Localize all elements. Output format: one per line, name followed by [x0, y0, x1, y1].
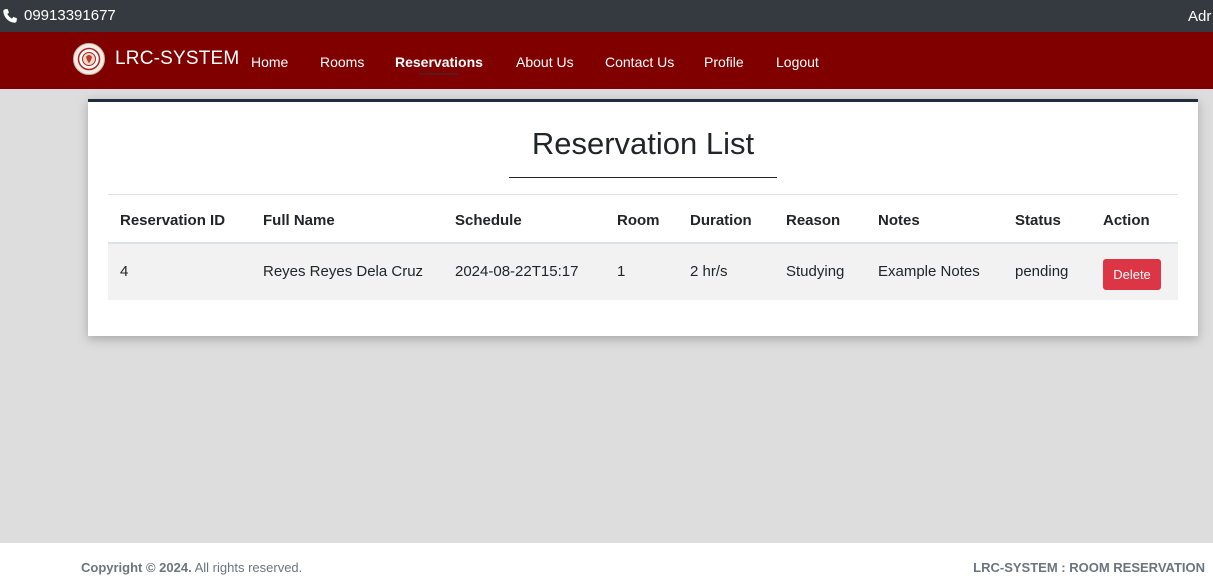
main-navbar: LRC-SYSTEM Home Rooms Reservations About…	[0, 32, 1213, 89]
header-full-name: Full Name	[263, 212, 335, 229]
top-bar: 09913391677 Adr	[0, 0, 1213, 32]
active-nav-indicator	[419, 73, 459, 75]
cell-reason: Studying	[786, 263, 845, 280]
nav-home[interactable]: Home	[251, 54, 288, 70]
nav-contact-us[interactable]: Contact Us	[605, 54, 674, 70]
copyright-bold: Copyright © 2024.	[81, 560, 192, 575]
footer-system-name: LRC-SYSTEM : ROOM RESERVATION	[973, 560, 1205, 575]
header-status: Status	[1015, 212, 1061, 229]
copyright-text: Copyright © 2024. All rights reserved.	[81, 560, 302, 575]
delete-button[interactable]: Delete	[1103, 259, 1161, 290]
header-reservation-id: Reservation ID	[120, 212, 226, 229]
nav-about-us[interactable]: About Us	[516, 54, 574, 70]
brand-name: LRC-SYSTEM	[115, 48, 240, 69]
header-action: Action	[1103, 212, 1150, 229]
cell-duration: 2 hr/s	[690, 263, 728, 280]
reservation-card: Reservation List Reservation ID Full Nam…	[88, 99, 1198, 336]
cell-full-name: Reyes Reyes Dela Cruz	[263, 263, 424, 280]
nav-reservations[interactable]: Reservations	[395, 54, 483, 70]
cell-reservation-id: 4	[120, 263, 129, 280]
header-reason: Reason	[786, 212, 841, 229]
copyright-rest: All rights reserved.	[194, 560, 303, 575]
nav-rooms[interactable]: Rooms	[320, 54, 364, 70]
cell-schedule: 2024-08-22T15:17	[455, 263, 579, 280]
brand-link[interactable]: LRC-SYSTEM	[73, 43, 239, 75]
nav-logout[interactable]: Logout	[776, 54, 819, 70]
nav-profile[interactable]: Profile	[704, 54, 744, 70]
cell-status: pending	[1015, 263, 1069, 280]
header-notes: Notes	[878, 212, 920, 229]
page-footer: Copyright © 2024. All rights reserved. L…	[0, 543, 1213, 585]
phone-contact: 09913391677	[2, 7, 116, 24]
user-label: Adr	[1188, 8, 1212, 25]
cell-room: 1	[617, 263, 626, 280]
header-room: Room	[617, 212, 660, 229]
phone-number: 09913391677	[24, 7, 116, 24]
header-schedule: Schedule	[455, 212, 522, 229]
cell-notes: Example Notes	[878, 263, 980, 280]
seal-logo	[73, 43, 105, 75]
table-top-border	[108, 194, 1178, 195]
page-title: Reservation List	[531, 126, 755, 161]
header-duration: Duration	[690, 212, 752, 229]
title-divider	[509, 177, 777, 178]
phone-icon	[3, 8, 17, 23]
